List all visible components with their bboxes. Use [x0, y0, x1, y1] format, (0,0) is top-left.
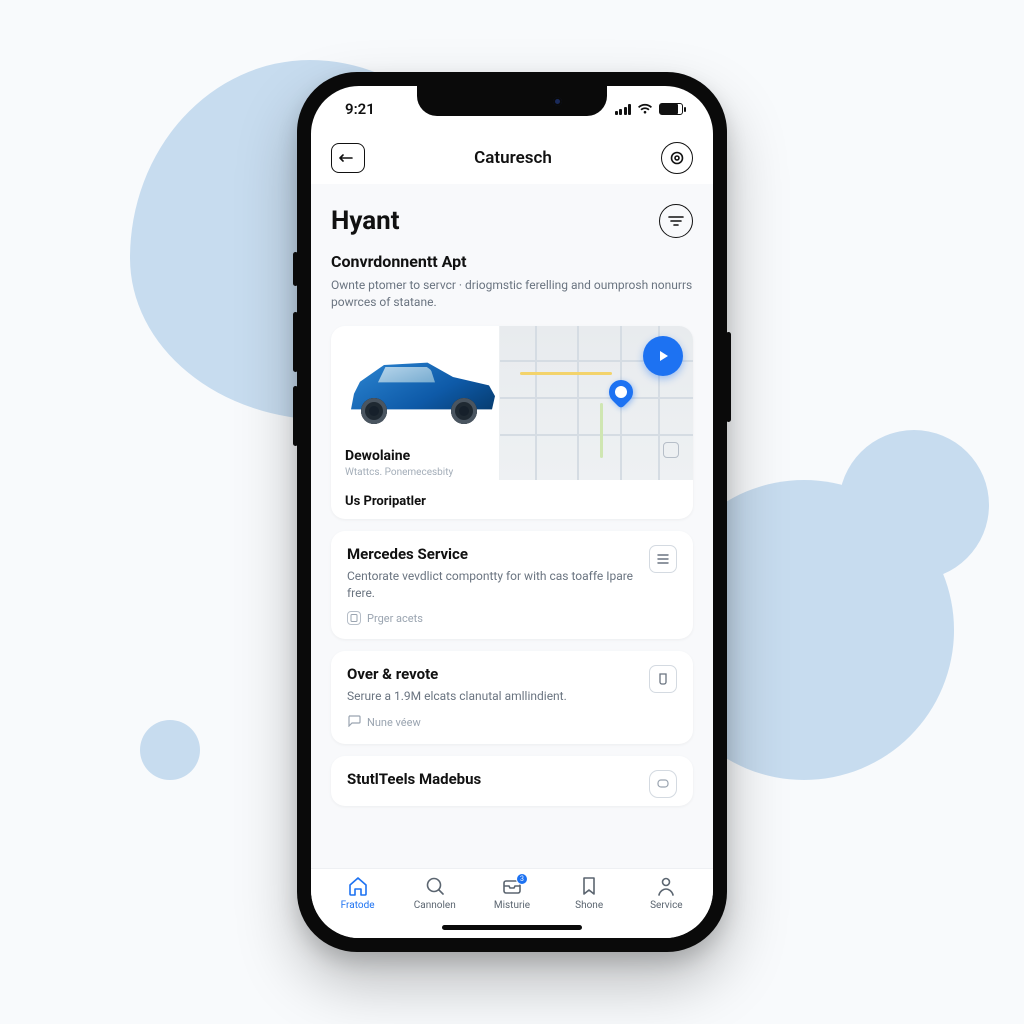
map-recenter-button[interactable] — [663, 442, 679, 458]
content[interactable]: Hyant Convrdonnentt Apt Ownte ptomer to … — [311, 184, 713, 868]
profile-icon — [654, 875, 678, 897]
bookmark-icon — [577, 875, 601, 897]
filter-button[interactable] — [659, 204, 693, 238]
nav-title: Caturesch — [474, 148, 552, 168]
status-indicators — [615, 103, 684, 115]
tab-profile[interactable]: Service — [635, 875, 697, 911]
service-card[interactable]: StutlTeels Madebus — [331, 756, 693, 806]
back-button[interactable] — [331, 143, 365, 173]
service-card[interactable]: Over & revote Serure a 1.9M elcats clanu… — [331, 651, 693, 744]
side-button — [293, 252, 298, 286]
signal-icon — [615, 104, 632, 115]
wifi-icon — [637, 103, 653, 115]
inbox-icon: 3 — [500, 875, 524, 897]
side-button — [726, 332, 731, 422]
side-button — [293, 386, 298, 446]
screen: 9:21 Caturesch Hyant — [311, 86, 713, 938]
status-time: 9:21 — [345, 100, 375, 118]
section-title: Convrdonnentt Apt — [331, 252, 693, 271]
service-title: StutlTeels Madebus — [347, 770, 481, 788]
tab-inbox[interactable]: 3 Misturie — [481, 875, 543, 911]
tab-label: Fratode — [341, 900, 375, 911]
service-desc: Centorate vevdlict compontty for with ca… — [347, 568, 649, 602]
service-card[interactable]: Mercedes Service Centorate vevdlict comp… — [331, 531, 693, 640]
vehicle-card[interactable]: Dewolaine Wtattcs. Ponemecesbity Us Pror… — [331, 326, 693, 519]
map-play-button[interactable] — [643, 336, 683, 376]
page-header: Hyant — [331, 204, 693, 238]
nav-bar: Caturesch — [311, 132, 713, 184]
tab-saved[interactable]: Shone — [558, 875, 620, 911]
settings-button[interactable] — [661, 142, 693, 174]
search-icon — [423, 875, 447, 897]
bg-blob — [140, 720, 200, 780]
tab-label: Cannolen — [414, 900, 456, 911]
tab-search[interactable]: Cannolen — [404, 875, 466, 911]
home-indicator[interactable] — [442, 925, 582, 930]
service-title: Over & revote — [347, 665, 567, 683]
badge: 3 — [516, 873, 528, 885]
card-action-button[interactable] — [649, 665, 677, 693]
service-meta-label: Prger acets — [367, 612, 423, 625]
map-preview[interactable] — [499, 326, 693, 480]
service-meta: Nune véew — [347, 715, 677, 730]
service-title: Mercedes Service — [347, 545, 649, 563]
page-title: Hyant — [331, 206, 400, 236]
tab-home[interactable]: Fratode — [327, 875, 389, 911]
side-button — [293, 312, 298, 372]
card-action-button[interactable] — [649, 770, 677, 798]
section-desc: Ownte ptomer to servcr · driogmstic fere… — [331, 277, 693, 312]
service-meta: Prger acets — [347, 611, 677, 625]
battery-icon — [659, 103, 683, 115]
service-meta-label: Nune véew — [367, 716, 421, 729]
car-image — [345, 358, 495, 418]
card-menu-button[interactable] — [649, 545, 677, 573]
doc-icon — [347, 611, 361, 625]
service-desc: Serure a 1.9M elcats clanutal amllindien… — [347, 688, 567, 705]
home-icon — [346, 875, 370, 897]
vehicle-footer: Us Proripatler — [345, 494, 679, 509]
notch — [417, 86, 607, 116]
bg-blob — [839, 430, 989, 580]
tab-label: Misturie — [494, 900, 530, 911]
phone-frame: 9:21 Caturesch Hyant — [297, 72, 727, 952]
chat-icon — [347, 715, 361, 730]
tab-label: Service — [650, 900, 683, 911]
tab-label: Shone — [575, 900, 603, 911]
